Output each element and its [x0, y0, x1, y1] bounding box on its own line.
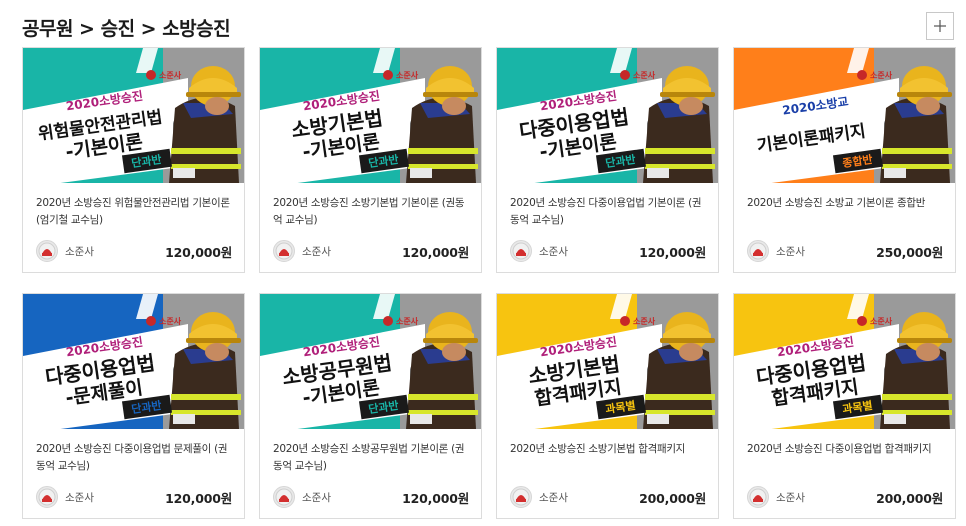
seller-info[interactable]: 소준사 [273, 486, 331, 508]
plus-icon [934, 20, 946, 32]
seller-info[interactable]: 소준사 [747, 240, 805, 262]
svg-text:소준사: 소준사 [870, 316, 893, 326]
product-card[interactable]: 소준사 2020소방승진 소방기본법 -기본이론 단과반 2020년 소방승진 … [259, 47, 482, 273]
svg-text:소준사: 소준사 [870, 70, 893, 80]
product-title[interactable]: 2020년 소방승진 소방교 기본이론 종합반 [747, 195, 943, 231]
product-thumbnail[interactable]: 소준사 2020소방승진 다중이용업법 -문제풀이 단과반 [23, 294, 244, 429]
product-thumbnail[interactable]: 소준사 2020소방교 기본이론패키지 종합반 [734, 48, 955, 183]
product-price: 120,000원 [165, 244, 232, 260]
seller-name: 소준사 [776, 491, 805, 504]
card-footer: 소준사 120,000원 [273, 486, 469, 508]
seller-logo-icon [747, 240, 769, 262]
seller-info[interactable]: 소준사 [36, 240, 94, 262]
svg-text:소준사: 소준사 [159, 316, 182, 326]
seller-info[interactable]: 소준사 [510, 486, 568, 508]
breadcrumb-header: 공무원 > 승진 > 소방승진 [22, 10, 231, 44]
product-title[interactable]: 2020년 소방승진 소방기본법 기본이론 (권동억 교수님) [273, 195, 469, 231]
seller-name: 소준사 [539, 245, 568, 258]
product-card[interactable]: 소준사 2020소방승진 다중이용업법 합격패키지 과목별 2020년 소방승진… [733, 293, 956, 519]
product-price: 120,000원 [639, 244, 706, 260]
seller-name: 소준사 [302, 491, 331, 504]
card-footer: 소준사 200,000원 [510, 486, 706, 508]
svg-text:소준사: 소준사 [633, 70, 656, 80]
expand-button[interactable] [926, 12, 954, 40]
seller-name: 소준사 [539, 491, 568, 504]
card-footer: 소준사 120,000원 [36, 486, 232, 508]
seller-name: 소준사 [302, 245, 331, 258]
seller-logo-icon [273, 240, 295, 262]
product-price: 250,000원 [876, 244, 943, 260]
seller-logo-icon [747, 486, 769, 508]
seller-name: 소준사 [65, 491, 94, 504]
card-footer: 소준사 250,000원 [747, 240, 943, 262]
product-title[interactable]: 2020년 소방승진 소방공무원법 기본이론 (권동억 교수님) [273, 441, 469, 477]
brand-stamp: 소준사 [857, 70, 893, 80]
brand-stamp: 소준사 [146, 316, 182, 326]
brand-stamp: 소준사 [620, 316, 656, 326]
product-card[interactable]: 소준사 2020소방승진 위험물안전관리법 -기본이론 단과반 2020년 소방… [22, 47, 245, 273]
product-thumbnail[interactable]: 소준사 2020소방승진 소방기본법 -기본이론 단과반 [260, 48, 481, 183]
product-thumbnail[interactable]: 소준사 2020소방승진 다중이용업법 합격패키지 과목별 [734, 294, 955, 429]
brand-stamp: 소준사 [857, 316, 893, 326]
product-price: 200,000원 [639, 490, 706, 506]
product-title[interactable]: 2020년 소방승진 다중이용업법 합격패키지 [747, 441, 943, 477]
page-title: 공무원 > 승진 > 소방승진 [22, 17, 231, 40]
seller-info[interactable]: 소준사 [510, 240, 568, 262]
product-title[interactable]: 2020년 소방승진 위험물안전관리법 기본이론 (엄기철 교수님) [36, 195, 232, 231]
seller-logo-icon [36, 486, 58, 508]
product-card[interactable]: 소준사 2020소방승진 소방기본법 합격패키지 과목별 2020년 소방승진 … [496, 293, 719, 519]
svg-text:소준사: 소준사 [633, 316, 656, 326]
seller-name: 소준사 [65, 245, 94, 258]
product-price: 200,000원 [876, 490, 943, 506]
product-price: 120,000원 [402, 244, 469, 260]
seller-logo-icon [273, 486, 295, 508]
brand-stamp: 소준사 [383, 316, 419, 326]
brand-stamp: 소준사 [383, 70, 419, 80]
seller-logo-icon [510, 240, 532, 262]
product-grid: 소준사 2020소방승진 위험물안전관리법 -기본이론 단과반 2020년 소방… [22, 47, 956, 519]
product-card[interactable]: 소준사 2020소방승진 소방공무원법 -기본이론 단과반 2020년 소방승진… [259, 293, 482, 519]
seller-info[interactable]: 소준사 [36, 486, 94, 508]
product-thumbnail[interactable]: 소준사 2020소방승진 소방공무원법 -기본이론 단과반 [260, 294, 481, 429]
product-title[interactable]: 2020년 소방승진 소방기본법 합격패키지 [510, 441, 706, 477]
product-price: 120,000원 [165, 490, 232, 506]
seller-info[interactable]: 소준사 [747, 486, 805, 508]
product-card[interactable]: 소준사 2020소방승진 다중이용업법 -문제풀이 단과반 2020년 소방승진… [22, 293, 245, 519]
product-thumbnail[interactable]: 소준사 2020소방승진 위험물안전관리법 -기본이론 단과반 [23, 48, 244, 183]
product-card[interactable]: 소준사 2020소방승진 다중이용업법 -기본이론 단과반 2020년 소방승진… [496, 47, 719, 273]
seller-info[interactable]: 소준사 [273, 240, 331, 262]
card-footer: 소준사 200,000원 [747, 486, 943, 508]
seller-logo-icon [510, 486, 532, 508]
product-title[interactable]: 2020년 소방승진 다중이용업법 문제풀이 (권동억 교수님) [36, 441, 232, 477]
svg-text:소준사: 소준사 [396, 70, 419, 80]
svg-text:소준사: 소준사 [396, 316, 419, 326]
card-footer: 소준사 120,000원 [510, 240, 706, 262]
product-price: 120,000원 [402, 490, 469, 506]
svg-text:소준사: 소준사 [159, 70, 182, 80]
seller-logo-icon [36, 240, 58, 262]
product-title[interactable]: 2020년 소방승진 다중이용업법 기본이론 (권동억 교수님) [510, 195, 706, 231]
card-footer: 소준사 120,000원 [36, 240, 232, 262]
brand-stamp: 소준사 [146, 70, 182, 80]
brand-stamp: 소준사 [620, 70, 656, 80]
seller-name: 소준사 [776, 245, 805, 258]
product-card[interactable]: 소준사 2020소방교 기본이론패키지 종합반 2020년 소방승진 소방교 기… [733, 47, 956, 273]
product-thumbnail[interactable]: 소준사 2020소방승진 다중이용업법 -기본이론 단과반 [497, 48, 718, 183]
card-footer: 소준사 120,000원 [273, 240, 469, 262]
product-thumbnail[interactable]: 소준사 2020소방승진 소방기본법 합격패키지 과목별 [497, 294, 718, 429]
